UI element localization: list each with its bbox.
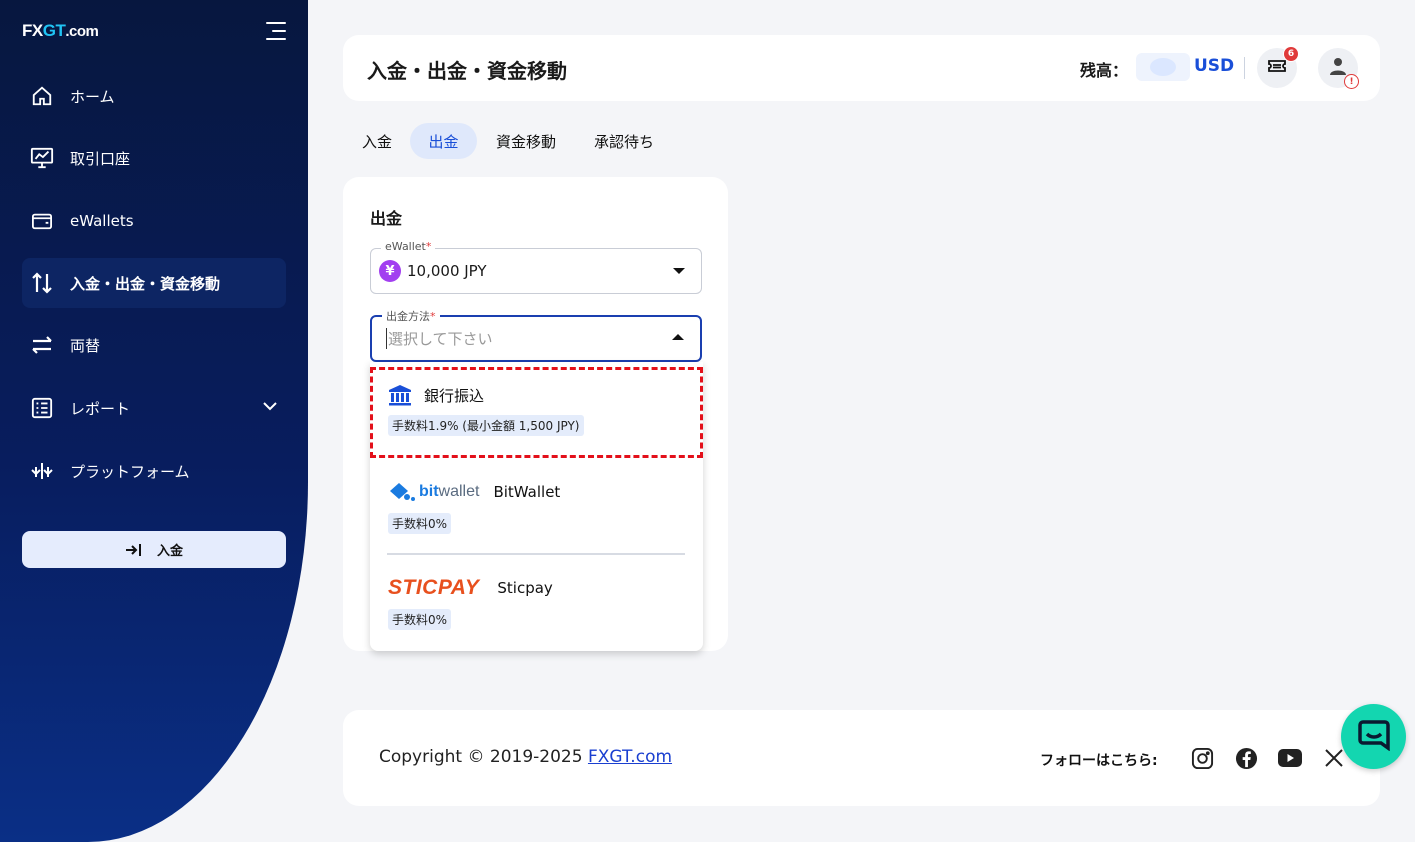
- sidebar-item-label: レポート: [70, 399, 131, 418]
- notification-badge: 6: [1283, 46, 1299, 62]
- ewallet-value: 10,000 JPY: [407, 262, 487, 280]
- header-divider: [1244, 57, 1245, 79]
- chevron-down-icon[interactable]: [262, 398, 278, 418]
- chat-bubble-icon: [1357, 719, 1391, 755]
- caret-up-icon: [672, 334, 684, 340]
- method-search-input[interactable]: 選択して下さい: [386, 328, 493, 349]
- withdraw-title: 出金: [370, 209, 403, 228]
- page-footer: Copyright © 2019-2025 FXGT.com フォローはこちら:: [343, 710, 1380, 806]
- ewallet-select[interactable]: eWallet* ¥ 10,000 JPY: [370, 240, 702, 294]
- fee-badge: 手数料0%: [388, 609, 452, 630]
- method-label: 出金方法: [386, 310, 430, 323]
- sidebar-item-home[interactable]: ホーム: [22, 71, 286, 121]
- sidebar-item-label: 入金・出金・資金移動: [70, 274, 221, 293]
- ticket-icon: [1267, 58, 1287, 78]
- option-name: BitWallet: [493, 483, 561, 501]
- youtube-icon[interactable]: [1278, 746, 1302, 770]
- instagram-icon[interactable]: [1190, 746, 1214, 770]
- sidebar-item-transfers[interactable]: 入金・出金・資金移動: [22, 258, 286, 308]
- ewallet-label: eWallet: [385, 240, 426, 253]
- option-divider: [387, 553, 685, 555]
- sidebar-deposit-button[interactable]: 入金: [22, 531, 286, 568]
- wallet-icon: [30, 209, 54, 233]
- follow-label: フォローはこちら:: [1040, 753, 1158, 769]
- option-name: Sticpay: [497, 579, 553, 597]
- option-sticpay[interactable]: STICPAY Sticpay: [388, 576, 553, 600]
- fxgt-link[interactable]: FXGT.com: [588, 747, 672, 767]
- sidebar-item-label: eWallets: [70, 212, 134, 230]
- sidebar-item-label: 両替: [70, 336, 101, 355]
- transfer-arrows-icon: [30, 271, 54, 295]
- sidebar-item-accounts[interactable]: 取引口座: [22, 133, 286, 183]
- sidebar-item-label: ホーム: [70, 87, 115, 106]
- bitwallet-logo: bit wallet: [388, 481, 479, 503]
- tab-pending[interactable]: 承認待ち: [582, 123, 666, 159]
- page-header: 入金・出金・資金移動 残高： USD 6 !: [343, 35, 1380, 101]
- fxgt-logo[interactable]: FXGT.com: [22, 21, 99, 41]
- balance-value-blurred: [1136, 53, 1190, 81]
- tab-withdraw[interactable]: 出金: [410, 123, 477, 159]
- option-bitwallet[interactable]: bit wallet BitWallet: [388, 481, 560, 503]
- report-list-icon: [30, 396, 54, 420]
- highlight-box: [370, 367, 703, 458]
- yen-currency-icon: ¥: [379, 260, 401, 282]
- balance-label: 残高：: [1080, 61, 1129, 80]
- login-arrow-icon: [125, 543, 143, 557]
- menu-toggle-icon[interactable]: [266, 22, 286, 40]
- sticpay-logo: STICPAY: [388, 576, 480, 599]
- copyright-text: Copyright © 2019-2025 FXGT.com: [379, 747, 673, 767]
- fee-badge: 手数料0%: [388, 513, 452, 534]
- withdraw-method-select[interactable]: 出金方法* 選択して下さい: [370, 308, 702, 362]
- sidebar-item-reports[interactable]: レポート: [22, 383, 286, 433]
- platform-icon: [30, 459, 54, 483]
- exchange-icon: [30, 333, 54, 357]
- home-icon: [30, 84, 54, 108]
- chat-support-button[interactable]: [1341, 704, 1406, 769]
- balance-currency: USD: [1194, 56, 1235, 76]
- tab-deposit[interactable]: 入金: [350, 123, 404, 159]
- page-title: 入金・出金・資金移動: [367, 59, 567, 83]
- sidebar-item-label: プラットフォーム: [70, 462, 190, 481]
- sidebar-item-exchange[interactable]: 両替: [22, 320, 286, 370]
- sidebar: FXGT.com ホーム 取引口座 eWallets 入金・出金・資金移動 両替: [0, 0, 308, 842]
- sidebar-item-label: 取引口座: [70, 149, 131, 168]
- chart-monitor-icon: [30, 146, 54, 170]
- tab-fund-transfer[interactable]: 資金移動: [484, 123, 568, 159]
- caret-down-icon: [673, 268, 685, 274]
- x-twitter-icon[interactable]: [1322, 746, 1346, 770]
- sidebar-item-platform[interactable]: プラットフォーム: [22, 446, 286, 496]
- facebook-icon[interactable]: [1234, 746, 1258, 770]
- warning-icon: !: [1344, 74, 1359, 89]
- sidebar-item-ewallets[interactable]: eWallets: [22, 196, 286, 246]
